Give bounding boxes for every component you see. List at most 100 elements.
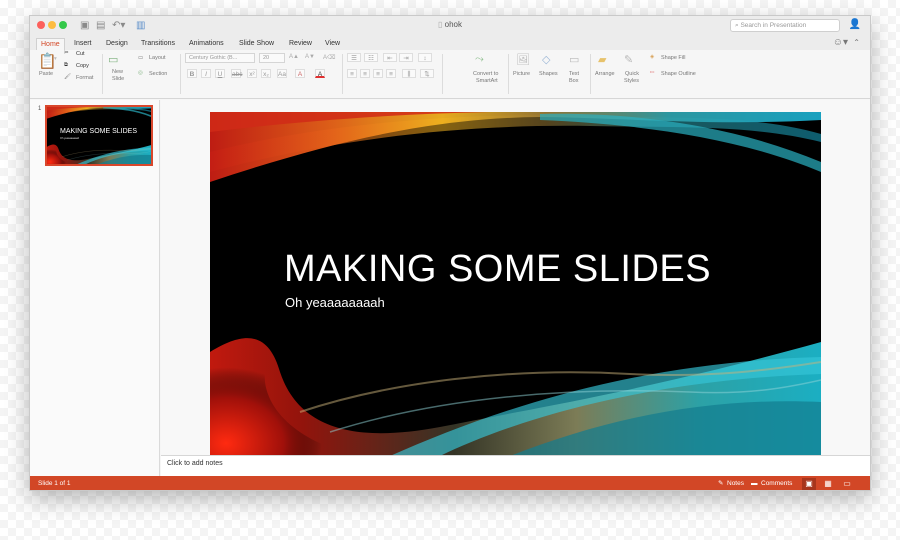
align-center-button[interactable]: ≡ [360, 69, 370, 78]
thumbnail-title: MAKING SOME SLIDES [60, 128, 138, 135]
justify-button[interactable]: ≡ [386, 69, 396, 78]
picture-button[interactable]: Picture [513, 71, 530, 77]
paste-button[interactable]: Paste [39, 71, 53, 77]
new-slide-icon[interactable]: ▭ [108, 54, 118, 66]
copy-icon[interactable]: ⧉ [64, 62, 68, 69]
strikethrough-button[interactable]: abc [231, 69, 242, 78]
shape-fill-icon[interactable]: ◈ [650, 54, 654, 60]
convert-smartart-label-1[interactable]: Convert to [473, 71, 498, 77]
format-painter-button[interactable]: Format [76, 75, 93, 81]
slide-canvas[interactable]: MAKING SOME SLIDES Oh yeaaaaaaaah [210, 112, 821, 456]
quick-styles-label-1[interactable]: Quick [625, 71, 639, 77]
ribbon-tabs: Home Insert Design Transitions Animation… [30, 36, 870, 50]
text-direction-button[interactable]: ⇅ [420, 69, 434, 78]
add-user-icon[interactable]: 👤 [849, 19, 861, 30]
section-icon[interactable]: ◎ [138, 70, 143, 76]
thumbnail-background [47, 107, 151, 164]
presenter-view-icon[interactable]: ▭ [840, 478, 854, 490]
smartart-icon[interactable]: ⤳ [475, 53, 484, 65]
text-box-icon[interactable]: ▭ [569, 54, 579, 66]
format-painter-icon[interactable]: 🖌 [64, 74, 71, 80]
tab-design[interactable]: Design [102, 38, 132, 50]
text-box-label-1[interactable]: Text [569, 71, 579, 77]
new-slide-label-1[interactable]: New [112, 69, 123, 75]
new-slide-label-2[interactable]: Slide [112, 76, 124, 82]
comments-button[interactable]: Comments [761, 479, 792, 489]
shapes-button[interactable]: Shapes [539, 71, 558, 77]
italic-button[interactable]: I [201, 69, 211, 78]
slide-thumbnail[interactable]: MAKING SOME SLIDES Oh yeaaaaaaaah [45, 105, 153, 166]
smiley-icon[interactable]: ☺▾ [833, 37, 848, 48]
bullets-button[interactable]: ☰ [347, 53, 361, 62]
arrange-icon[interactable]: ▰ [598, 54, 606, 66]
ribbon-divider [508, 54, 509, 94]
search-icon: ⌕ [735, 22, 739, 29]
subscript-button[interactable]: x₂ [261, 69, 271, 78]
tab-transitions[interactable]: Transitions [137, 38, 179, 50]
font-name-select[interactable]: Century Gothic (B... [185, 53, 255, 63]
picture-icon[interactable]: 🖼 [516, 54, 530, 66]
tab-review[interactable]: Review [285, 38, 316, 50]
ribbon-divider [442, 54, 443, 94]
copy-button[interactable]: Copy [76, 63, 89, 69]
notes-pane[interactable]: Click to add notes [161, 455, 870, 476]
shape-outline-icon[interactable]: ✏ [650, 70, 655, 76]
slide-subtitle[interactable]: Oh yeaaaaaaaah [285, 295, 385, 310]
convert-smartart-label-2[interactable]: SmartArt [476, 78, 498, 84]
layout-icon[interactable]: ▭ [138, 55, 143, 61]
layout-button[interactable]: Layout [149, 55, 166, 61]
numbering-button[interactable]: ☷ [364, 53, 378, 62]
quick-styles-icon[interactable]: ✎ [624, 54, 633, 66]
cut-button[interactable]: Cut [76, 51, 85, 57]
tab-animations[interactable]: Animations [185, 38, 228, 50]
ribbon-divider [102, 54, 103, 94]
comments-icon[interactable]: ▬ [751, 479, 758, 489]
increase-font-icon[interactable]: A▲ [289, 54, 299, 60]
chevron-down-icon[interactable]: ⌃ [853, 38, 860, 47]
normal-view-icon[interactable]: ▣ [802, 478, 816, 490]
paste-dropdown-icon[interactable]: ▾ [54, 56, 57, 62]
status-bar: Slide 1 of 1 ✎ Notes ▬ Comments ▣ ▦ ▭ [30, 476, 870, 490]
superscript-button[interactable]: x² [247, 69, 257, 78]
ribbon: 📋 Paste ▾ ✂ Cut ⧉ Copy 🖌 Format ▭ New Sl… [30, 50, 870, 99]
decrease-font-icon[interactable]: A▼ [305, 54, 315, 60]
search-input[interactable]: ⌕ Search in Presentation [730, 19, 840, 32]
clear-format-icon[interactable]: A⌫ [323, 54, 336, 61]
cut-icon[interactable]: ✂ [64, 50, 69, 56]
tab-view[interactable]: View [321, 38, 344, 50]
text-effects-button[interactable]: A [295, 69, 305, 78]
increase-indent-button[interactable]: ⇥ [399, 53, 413, 62]
section-button[interactable]: Section [149, 71, 167, 77]
quick-styles-label-2[interactable]: Styles [624, 78, 639, 84]
tab-slide-show[interactable]: Slide Show [235, 38, 278, 50]
search-placeholder: Search in Presentation [740, 22, 807, 29]
ribbon-divider [590, 54, 591, 94]
change-case-button[interactable]: Aa [277, 69, 287, 78]
notes-icon[interactable]: ✎ [718, 479, 723, 489]
decrease-indent-button[interactable]: ⇤ [383, 53, 397, 62]
slide-title[interactable]: MAKING SOME SLIDES [284, 248, 711, 291]
tab-home[interactable]: Home [36, 38, 65, 50]
text-box-label-2[interactable]: Box [569, 78, 578, 84]
thumbnail-subtitle: Oh yeaaaaaaaah [60, 137, 80, 140]
notes-button[interactable]: Notes [727, 479, 744, 489]
shape-fill-button[interactable]: Shape Fill [661, 55, 685, 61]
title-bar: ▣ ▤ ↶▾ ▥ ▯ ohok ⌕ Search in Presentation… [30, 16, 870, 36]
document-icon: ▯ [438, 20, 443, 29]
columns-button[interactable]: ⫼ [402, 69, 416, 78]
slide-sorter-view-icon[interactable]: ▦ [821, 478, 835, 490]
font-size-select[interactable]: 20 [259, 53, 285, 63]
line-spacing-button[interactable]: ↕ [418, 53, 432, 62]
notes-placeholder: Click to add notes [167, 460, 223, 467]
ribbon-divider [180, 54, 181, 94]
tab-insert[interactable]: Insert [70, 38, 96, 50]
shapes-icon[interactable]: ◇ [542, 54, 550, 66]
font-color-button[interactable]: A [315, 69, 325, 78]
align-right-button[interactable]: ≡ [373, 69, 383, 78]
slide-number: 1 [38, 106, 42, 112]
align-left-button[interactable]: ≡ [347, 69, 357, 78]
bold-button[interactable]: B [187, 69, 197, 78]
underline-button[interactable]: U [215, 69, 225, 78]
shape-outline-button[interactable]: Shape Outline [661, 71, 696, 77]
arrange-button[interactable]: Arrange [595, 71, 615, 77]
